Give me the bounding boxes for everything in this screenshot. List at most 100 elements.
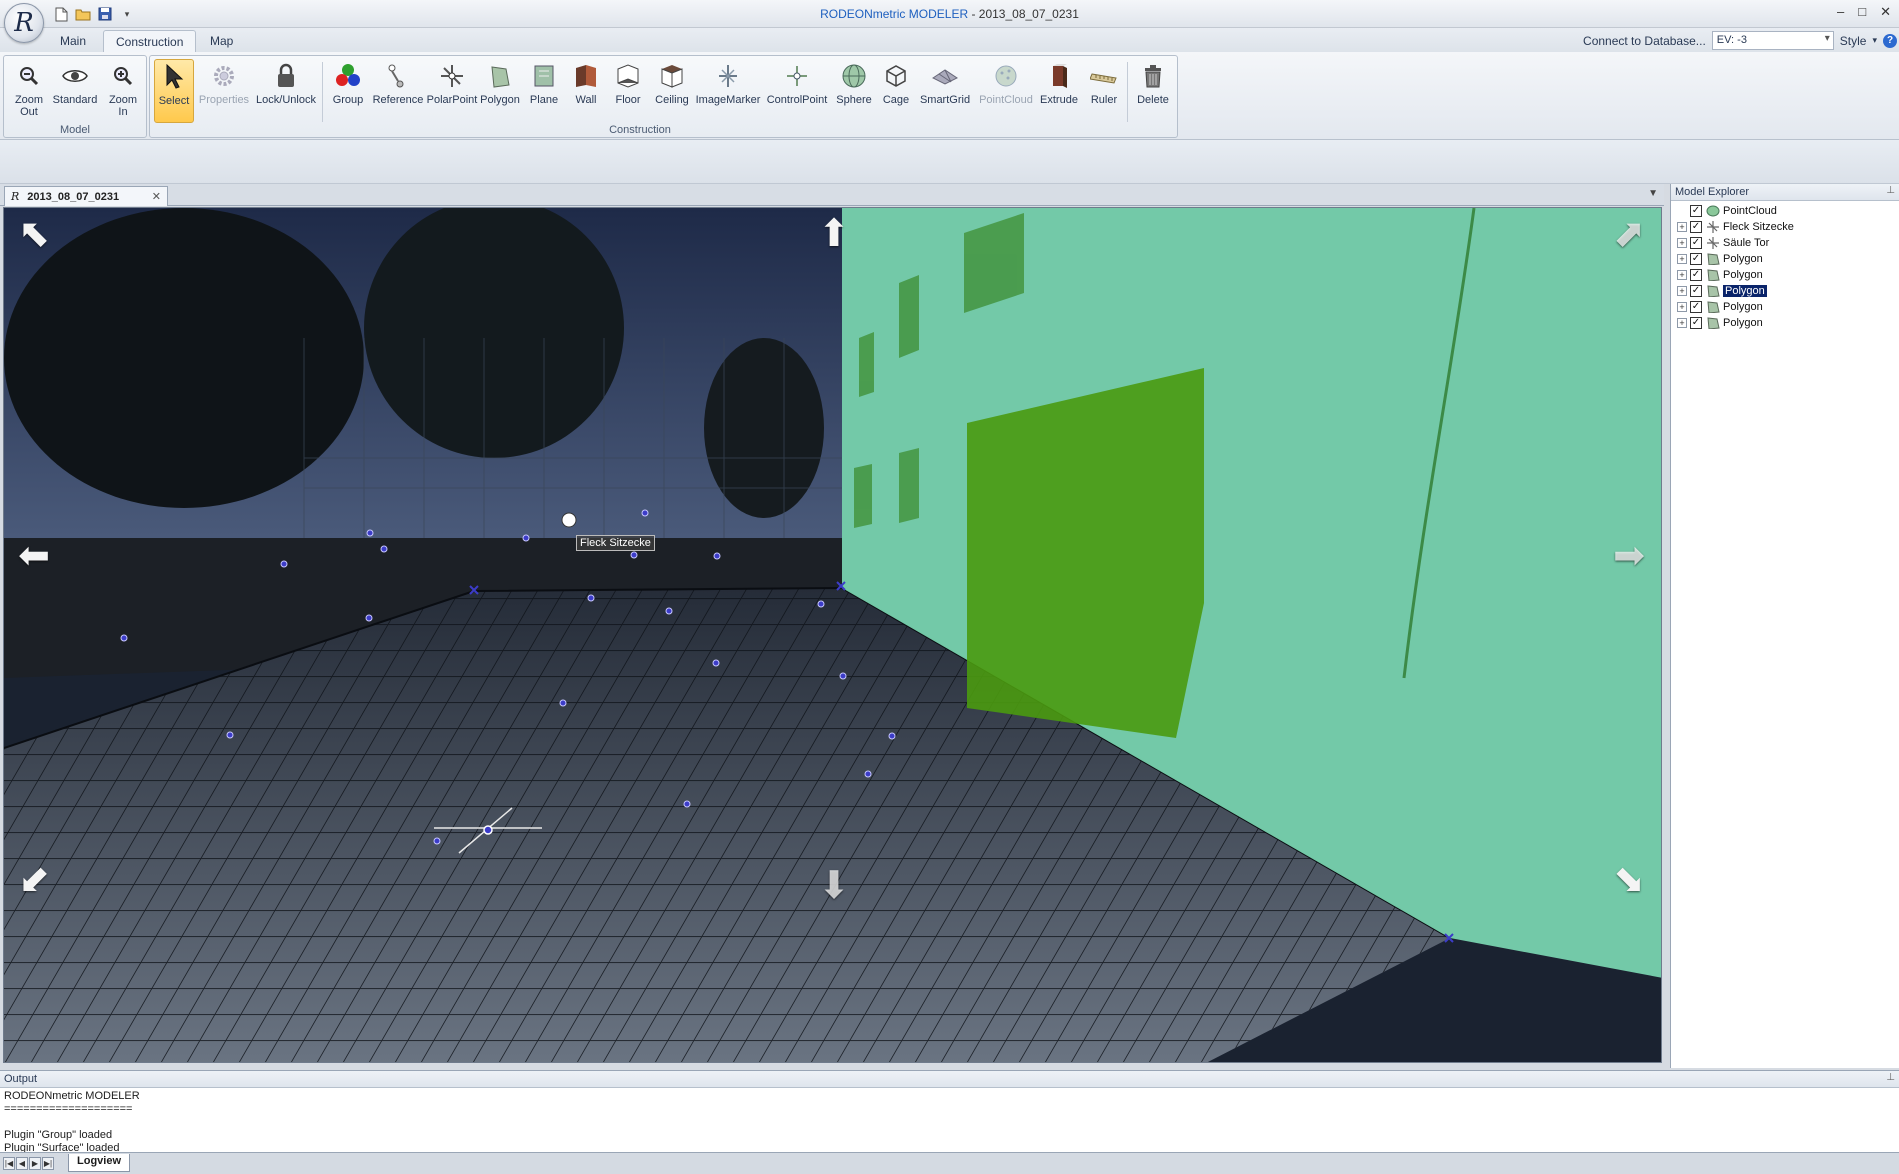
pin-icon[interactable]: ⊥ [1886,1072,1895,1083]
expand-icon[interactable]: + [1677,254,1687,264]
tree-item[interactable]: + ✓ Säule Tor [1671,235,1899,251]
ruler-button[interactable]: Ruler [1084,59,1124,123]
nav-left-icon[interactable]: ⬅ [14,536,54,576]
visibility-checkbox[interactable]: ✓ [1690,205,1702,217]
first-page-icon[interactable]: |◀ [3,1157,15,1170]
smartgrid-button[interactable]: SmartGrid [916,59,974,123]
last-page-icon[interactable]: ▶| [42,1157,54,1170]
window-polygon[interactable] [967,368,1204,738]
controlpoint-button[interactable]: ControlPoint [762,59,832,123]
polygon-icon [1706,253,1720,265]
tree-item[interactable]: + ✓ Polygon [1671,315,1899,331]
nav-down-left-icon[interactable]: ⬋ [14,860,54,900]
logview-tab[interactable]: Logview [68,1154,131,1172]
style-menu[interactable]: Style [1840,34,1867,48]
visibility-checkbox[interactable]: ✓ [1690,253,1702,265]
sphere-button[interactable]: Sphere [832,59,876,123]
point-icon [1706,221,1720,233]
visibility-checkbox[interactable]: ✓ [1690,221,1702,233]
app-logo[interactable]: R [4,3,44,43]
floor-button[interactable]: Floor [608,59,648,123]
expand-icon[interactable]: + [1677,302,1687,312]
visibility-checkbox[interactable]: ✓ [1690,285,1702,297]
expand-icon[interactable]: + [1677,286,1687,296]
tab-list-dropdown-icon[interactable]: ▼ [1648,188,1658,199]
zoom-in-label: Zoom In [108,94,138,118]
standard-view-button[interactable]: Standard [52,59,98,123]
nav-up-right-icon[interactable]: ⬈ [1609,214,1649,254]
lock-unlock-button[interactable]: Lock/Unlock [254,59,318,123]
nav-right-icon[interactable]: ➡ [1609,536,1649,576]
ruler-label: Ruler [1090,94,1118,106]
connect-database-button[interactable]: Connect to Database... [1583,34,1706,48]
standard-label: Standard [52,94,98,106]
log-tabbar: |◀ ◀ ▶ ▶| Logview [0,1152,1899,1174]
zoom-out-icon [14,61,44,91]
tab-construction[interactable]: Construction [103,30,197,52]
tab-main[interactable]: Main [48,30,98,52]
cage-label: Cage [882,94,910,106]
viewport-3d[interactable]: Fleck Sitzecke ⬉ ⬆ ⬈ ⬅ ➡ ⬋ ⬇ ⬊ [3,207,1662,1063]
select-button[interactable]: Select [154,59,194,123]
minimize-button[interactable]: – [1837,4,1844,20]
eye-icon [60,61,90,91]
maximize-button[interactable]: □ [1858,4,1866,20]
imagemarker-button[interactable]: ImageMarker [694,59,762,123]
zoom-in-button[interactable]: Zoom In [100,59,146,123]
pointcloud-icon [1706,205,1720,217]
visibility-checkbox[interactable]: ✓ [1690,269,1702,281]
expand-icon[interactable]: + [1677,270,1687,280]
tree-item[interactable]: + ✓ Fleck Sitzecke [1671,219,1899,235]
tree-item[interactable]: + ✓ Polygon [1671,251,1899,267]
model-explorer-header: Model Explorer ⊥ [1671,184,1899,201]
pin-icon[interactable]: ⊥ [1886,185,1895,196]
polarpoint-button[interactable]: PolarPoint [424,59,480,123]
group-label: Group [332,94,364,106]
pointcloud-button[interactable]: PointCloud [976,59,1036,123]
zoom-out-button[interactable]: Zoom Out [6,59,52,123]
tree-item[interactable]: + ✓ Polygon [1671,267,1899,283]
group-button[interactable]: Group [326,59,370,123]
polygon-button[interactable]: Polygon [478,59,522,123]
floor-label: Floor [615,94,641,106]
tree-item-label: Polygon [1723,269,1763,281]
output-panel: Output ⊥ RODEONmetric MODELER ===========… [0,1070,1899,1160]
expand-icon[interactable]: + [1677,318,1687,328]
log-text[interactable]: RODEONmetric MODELER ====================… [0,1088,1899,1161]
next-page-icon[interactable]: ▶ [29,1157,41,1170]
delete-button[interactable]: Delete [1130,59,1176,123]
nav-down-icon[interactable]: ⬇ [814,866,854,906]
prev-page-icon[interactable]: ◀ [16,1157,28,1170]
cage-button[interactable]: Cage [876,59,916,123]
nav-up-icon[interactable]: ⬆ [814,214,854,254]
close-button[interactable]: ✕ [1880,4,1891,20]
wall-button[interactable]: Wall [566,59,606,123]
log-line: ==================== [4,1103,133,1115]
visibility-checkbox[interactable]: ✓ [1690,237,1702,249]
properties-button[interactable]: Properties [196,59,252,123]
expand-icon[interactable]: + [1677,238,1687,248]
tree-item[interactable]: + ✓ Polygon [1671,299,1899,315]
nav-up-left-icon[interactable]: ⬉ [14,214,54,254]
tree-item[interactable]: ✓ PointCloud [1671,203,1899,219]
ceiling-button[interactable]: Ceiling [650,59,694,123]
style-dropdown-icon[interactable]: ▾ [1872,35,1877,46]
expand-icon[interactable]: + [1677,222,1687,232]
plane-button[interactable]: Plane [524,59,564,123]
extrude-button[interactable]: Extrude [1036,59,1082,123]
reference-button[interactable]: Reference [370,59,426,123]
tree-item-selected[interactable]: + ✓ Polygon [1671,283,1899,299]
visibility-checkbox[interactable]: ✓ [1690,301,1702,313]
select-label: Select [158,95,190,107]
document-tab[interactable]: R 2013_08_07_0231 ✕ [4,186,168,206]
close-tab-icon[interactable]: ✕ [152,190,161,203]
help-icon[interactable]: ? [1883,33,1897,48]
tab-map[interactable]: Map [198,30,245,52]
plane-icon [529,61,559,91]
nav-down-right-icon[interactable]: ⬊ [1609,860,1649,900]
ceiling-icon [657,61,687,91]
visibility-checkbox[interactable]: ✓ [1690,317,1702,329]
point-marker[interactable] [561,512,577,528]
ev-select[interactable]: EV: -3 [1711,31,1834,50]
